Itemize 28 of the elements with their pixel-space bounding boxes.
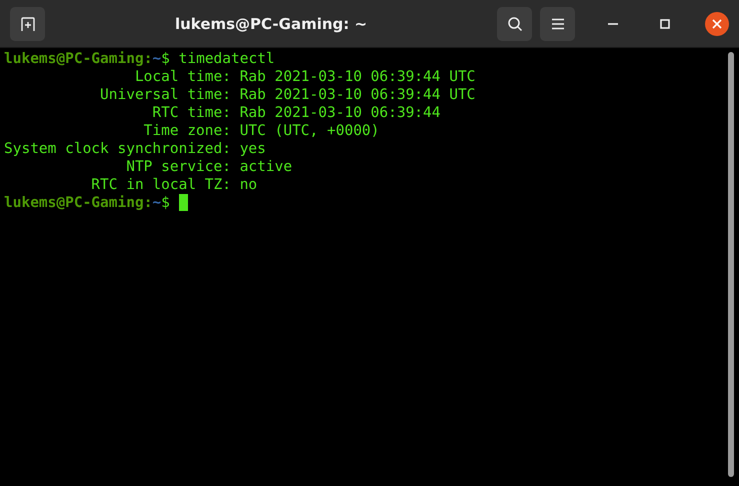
output-line: System clock synchronized: yes [4, 140, 267, 158]
menu-button[interactable] [540, 6, 575, 40]
window-title: lukems@PC-Gaming: ~ [174, 14, 368, 32]
maximize-icon [660, 18, 670, 28]
menu-icon [550, 18, 564, 30]
output-line: NTP service: active [125, 158, 294, 176]
scrollbar[interactable] [728, 52, 734, 477]
output-line: Local time: Rab 2021-03-10 06:39:44 UTC [134, 68, 476, 86]
search-button[interactable] [497, 6, 532, 40]
minimize-icon [608, 22, 618, 24]
search-icon [506, 16, 522, 32]
prompt-symbol: $ [161, 51, 170, 67]
prompt-separator: : [144, 195, 152, 211]
prompt-path: ~ [152, 195, 162, 211]
output-line: Universal time: Rab 2021-03-10 06:39:44 UTC [99, 86, 476, 104]
new-tab-button[interactable] [10, 6, 45, 40]
output-line: RTC time: Rab 2021-03-10 06:39:44 [151, 104, 442, 122]
close-button[interactable] [705, 12, 729, 36]
close-icon [712, 18, 722, 28]
output-line: RTC in local TZ: no [90, 176, 258, 194]
new-tab-icon [20, 16, 36, 32]
output-line: Time zone: UTC (UTC, +0000) [142, 122, 380, 140]
command-text: timedatectl [178, 51, 275, 67]
prompt-user-host: lukems@PC-Gaming [4, 195, 144, 211]
prompt-symbol: $ [161, 195, 170, 211]
prompt-path: ~ [152, 51, 162, 67]
prompt-separator: : [144, 51, 152, 67]
prompt-user-host: lukems@PC-Gaming [4, 51, 144, 67]
